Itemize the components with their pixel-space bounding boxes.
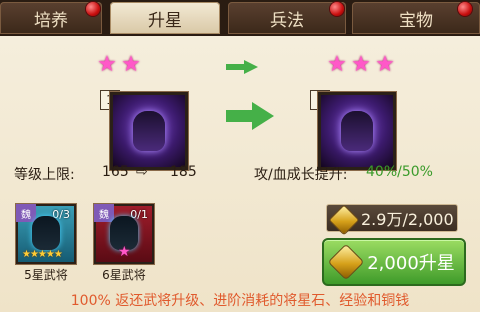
growth-value: 40%/50% — [366, 164, 433, 180]
helmet-icon — [32, 216, 60, 250]
material-label: 5星武将 — [24, 268, 68, 282]
faction-badge: 魏 — [94, 204, 114, 222]
refund-note: 100% 返还武将升级、进阶消耗的将星石、经验和铜钱 — [70, 293, 410, 309]
tab-bar: 培养 升星 兵法 宝物 — [0, 0, 480, 36]
star-stone-icon — [327, 243, 365, 281]
helmet-icon — [341, 111, 373, 151]
notification-dot — [86, 2, 100, 16]
star-stone-counter: 2.9万/2,000 — [326, 204, 458, 236]
helmet-icon — [133, 111, 165, 151]
tab-treasure-label: 宝物 — [399, 10, 433, 31]
star-icon: ★ — [351, 52, 371, 77]
star-icon: ★ — [327, 52, 347, 77]
level-from: 165 — [102, 164, 129, 180]
tab-tactics[interactable]: 兵法 — [228, 2, 346, 34]
current-stars: ★ ★ — [96, 54, 142, 76]
hero-portrait-current[interactable] — [110, 92, 188, 170]
tab-tactics-label: 兵法 — [270, 10, 304, 31]
level-cap-label: 等级上限: — [14, 167, 75, 183]
star-icon: ★ — [121, 52, 141, 77]
resource-amount: 2.9万/2,000 — [361, 210, 454, 229]
notification-dot — [330, 2, 344, 16]
top-arrow-icon — [226, 60, 258, 74]
material-label: 6星武将 — [102, 268, 146, 282]
material-5-star-general[interactable]: 魏 0/3 ★★★★★ — [16, 204, 76, 264]
tab-star-up[interactable]: 升星 — [110, 2, 220, 34]
material-6-star-general[interactable]: 魏 0/1 ★ — [94, 204, 154, 264]
notification-dot — [458, 2, 472, 16]
star-icon: ★ — [375, 52, 395, 77]
next-stars: ★ ★ ★ — [326, 54, 396, 76]
star-icon: ★ — [118, 244, 131, 260]
upgrade-arrow-icon — [226, 102, 274, 130]
tab-star-up-label: 升星 — [148, 10, 182, 31]
star-icon: ★ — [97, 52, 117, 77]
faction-badge: 魏 — [16, 204, 36, 222]
level-to: 185 — [170, 164, 197, 180]
five-star-icon: ★★★★★ — [22, 249, 63, 260]
growth-label: 攻/血成长提升: — [254, 167, 348, 183]
hero-portrait-next[interactable] — [318, 92, 396, 170]
level-arrow-icon: ⇨ — [136, 164, 148, 180]
star-up-button[interactable]: 2,000升星 — [322, 238, 466, 286]
star-stone-icon — [328, 204, 360, 236]
tab-cultivate-label: 培养 — [34, 10, 68, 31]
star-up-button-label: 2,000升星 — [367, 253, 455, 274]
